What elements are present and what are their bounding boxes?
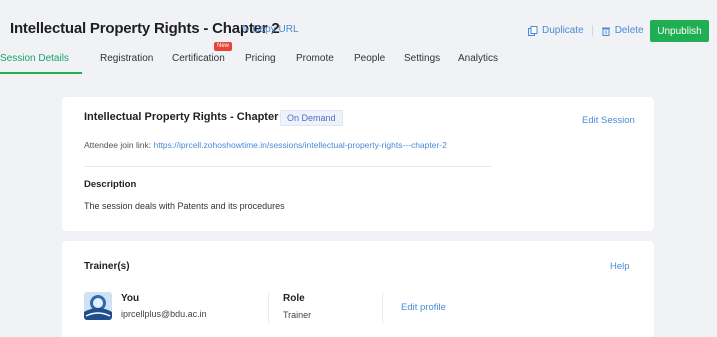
avatar-image bbox=[84, 292, 112, 320]
tab-settings[interactable]: Settings bbox=[404, 53, 440, 75]
role-heading: Role bbox=[283, 293, 305, 304]
join-link-row: Attendee join link: https://iprcell.zoho… bbox=[84, 140, 447, 150]
duplicate-label: Duplicate bbox=[542, 25, 584, 36]
new-badge: New bbox=[214, 42, 233, 51]
tab-promote[interactable]: Promote bbox=[296, 53, 334, 75]
tab-registration[interactable]: Registration bbox=[100, 53, 153, 75]
tab-people[interactable]: People bbox=[354, 53, 385, 75]
column-divider bbox=[382, 293, 383, 323]
description-text: The session deals with Patents and its p… bbox=[84, 201, 285, 211]
page-title: Intellectual Property Rights - Chapter 2 bbox=[10, 20, 280, 37]
trainers-card: Trainer(s) Help You iprcellplus@bdu.ac.i… bbox=[62, 241, 654, 337]
copy-url-label: Copy URL bbox=[252, 24, 299, 35]
delete-label: Delete bbox=[614, 25, 644, 36]
status-badge: On Demand bbox=[280, 110, 343, 126]
edit-session-link[interactable]: Edit Session bbox=[582, 115, 635, 126]
unpublish-button[interactable]: Unpublish bbox=[650, 20, 709, 42]
tab-pricing[interactable]: Pricing bbox=[245, 53, 276, 75]
avatar bbox=[84, 292, 112, 320]
duplicate-button[interactable]: Duplicate bbox=[528, 25, 584, 36]
session-details-card: Intellectual Property Rights - Chapter 2… bbox=[62, 97, 654, 231]
copy-url-link[interactable]: ✎ Copy URL bbox=[241, 24, 299, 35]
action-divider bbox=[591, 25, 593, 36]
edit-profile-link[interactable]: Edit profile bbox=[401, 302, 446, 313]
trash-icon bbox=[601, 27, 610, 36]
trainer-email: iprcellplus@bdu.ac.in bbox=[121, 309, 207, 319]
header-actions: Duplicate Delete bbox=[528, 25, 644, 36]
session-title: Intellectual Property Rights - Chapter 2 bbox=[84, 111, 288, 123]
trainer-name: You bbox=[121, 293, 140, 304]
help-link[interactable]: Help bbox=[610, 261, 630, 272]
tab-certification[interactable]: Certification bbox=[172, 53, 225, 75]
delete-button[interactable]: Delete bbox=[601, 25, 644, 36]
column-divider bbox=[268, 293, 269, 323]
duplicate-icon bbox=[528, 25, 538, 36]
join-link-url[interactable]: https://iprcell.zohoshowtime.in/sessions… bbox=[153, 140, 446, 150]
join-link-label: Attendee join link: bbox=[84, 140, 152, 150]
active-tab-indicator bbox=[0, 72, 82, 74]
trainers-heading: Trainer(s) bbox=[84, 261, 130, 272]
tab-analytics[interactable]: Analytics bbox=[458, 53, 498, 75]
section-divider bbox=[84, 166, 492, 167]
link-icon: ✎ bbox=[241, 24, 250, 35]
description-heading: Description bbox=[84, 179, 137, 190]
role-value: Trainer bbox=[283, 310, 312, 320]
top-bar: Intellectual Property Rights - Chapter 2… bbox=[0, 0, 717, 76]
